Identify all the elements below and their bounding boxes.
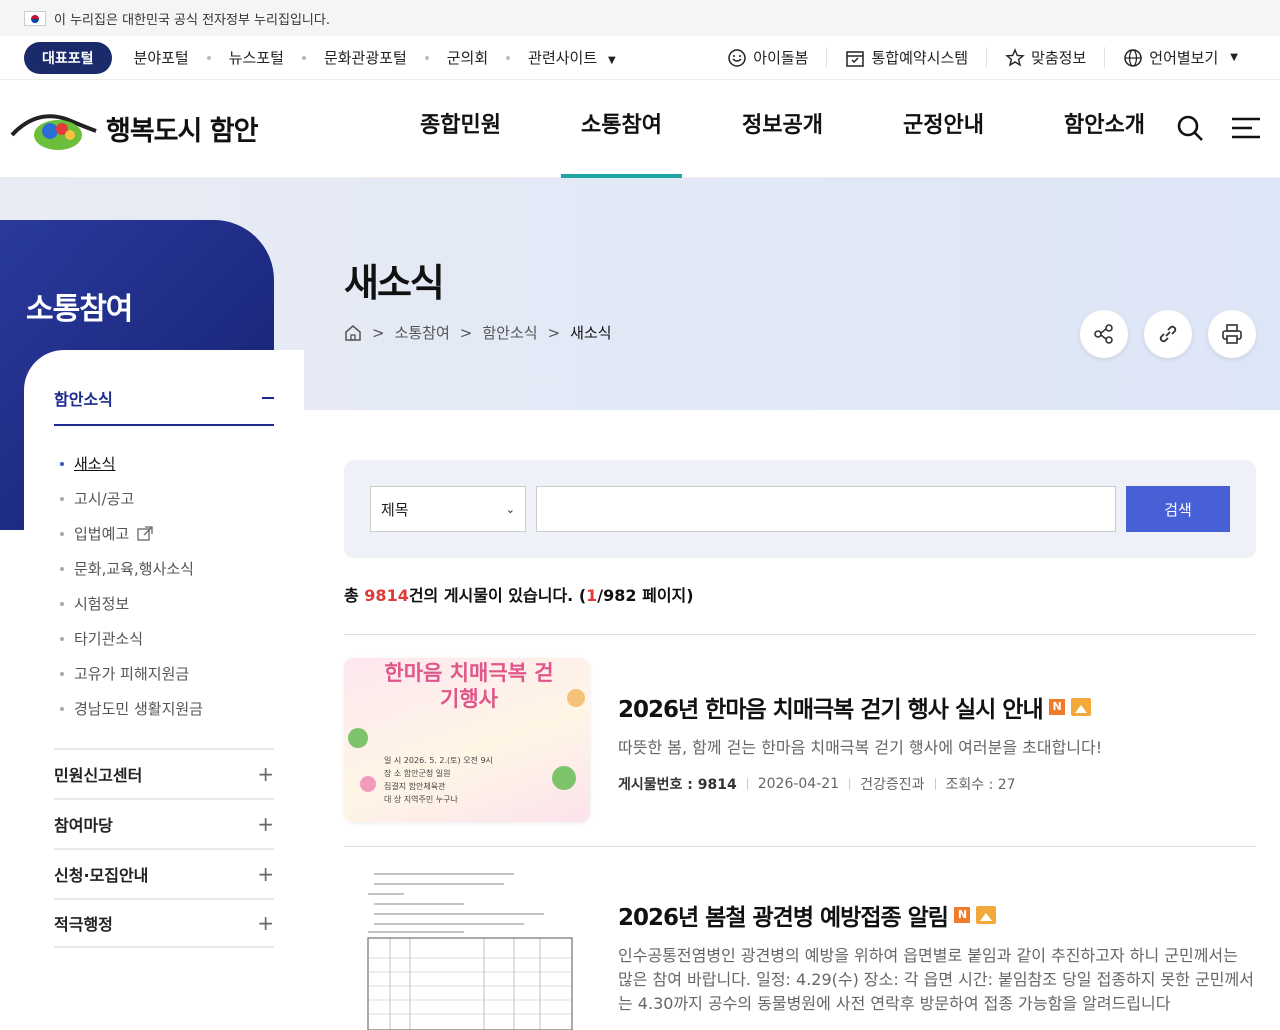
side-cat-participation[interactable]: 참여마당 + <box>54 798 274 848</box>
breadcrumb-item[interactable]: 함안소식 <box>482 322 537 343</box>
main-portal-button[interactable]: 대표포털 <box>24 41 112 74</box>
language-dropdown[interactable]: 언어별보기 ▼ <box>1104 47 1256 68</box>
portal-link[interactable]: 문화관광포털 <box>324 47 407 68</box>
gov-banner: 이 누리집은 대한민국 공식 전자정부 누리집입니다. <box>0 0 1280 36</box>
reservation-link[interactable]: 통합예약시스템 <box>826 47 986 68</box>
new-badge: N <box>953 907 970 923</box>
share-icon <box>1094 324 1113 344</box>
new-badge: N <box>1048 699 1065 715</box>
side-item-living-support[interactable]: 경남도민 생활지원금 <box>54 691 274 726</box>
smile-icon <box>728 48 747 67</box>
side-item-legislation[interactable]: 입법예고 <box>54 516 274 551</box>
copy-link-button[interactable] <box>1144 310 1192 358</box>
utility-bar: 대표포털 분야포털 뉴스포털 문화관광포털 군의회 관련사이트 ▼ 아이돌봄 통… <box>0 36 1280 80</box>
site-header: 행복도시 함안 종합민원 소통참여 정보공개 군정안내 함안소개 <box>0 80 1280 178</box>
utility-right: 아이돌봄 통합예약시스템 맞춤정보 언어별보기 ▼ <box>709 47 1256 68</box>
main-nav: 종합민원 소통참여 정보공개 군정안내 함안소개 <box>380 80 1185 178</box>
side-group-news[interactable]: 함안소식 <box>54 386 274 426</box>
side-item-other-agency[interactable]: 타기관소식 <box>54 621 274 656</box>
chevron-down-icon: ⌄ <box>505 502 515 516</box>
search-panel: 제목 ⌄ 검색 <box>344 460 1256 558</box>
caret-down-icon: ▼ <box>607 55 616 66</box>
side-item-culture[interactable]: 문화,교육,행사소식 <box>54 551 274 586</box>
nav-information[interactable]: 정보공개 <box>702 80 863 178</box>
side-item-exam[interactable]: 시험정보 <box>54 586 274 621</box>
star-icon <box>1005 47 1025 66</box>
side-sub-list: 새소식 고시/공고 입법예고 문화,교육,행사소식 시험정보 타기관소식 고유가… <box>54 446 274 726</box>
post-thumbnail[interactable] <box>344 866 590 1030</box>
caret-down-icon: ▼ <box>1230 52 1238 63</box>
sidebar-title: 소통참여 <box>26 292 133 327</box>
header-icons <box>1176 114 1262 142</box>
search-button[interactable]: 검색 <box>1126 486 1230 532</box>
minus-icon <box>262 397 274 399</box>
side-nav: 함안소식 새소식 고시/공고 입법예고 문화,교육,행사소식 시험정보 타기관소… <box>24 350 304 1024</box>
side-cat-proactive[interactable]: 적극행정 + <box>54 898 274 948</box>
nav-about[interactable]: 함안소개 <box>1024 80 1185 178</box>
related-sites-dropdown[interactable]: 관련사이트 ▼ <box>528 47 616 68</box>
site-logo[interactable]: 행복도시 함안 <box>8 101 308 157</box>
chevron-right-icon: > <box>372 323 385 342</box>
divider <box>344 634 1256 635</box>
image-icon <box>975 906 996 924</box>
chevron-right-icon: > <box>459 323 473 342</box>
print-button[interactable] <box>1208 310 1256 358</box>
share-button[interactable] <box>1080 310 1128 358</box>
portal-link[interactable]: 분야포털 <box>134 47 189 68</box>
plus-icon: + <box>257 762 274 786</box>
gov-banner-text: 이 누리집은 대한민국 공식 전자정부 누리집입니다. <box>54 12 330 28</box>
logo-text: 행복도시 함안 <box>106 116 258 147</box>
list-item[interactable]: 2026년 봄철 광견병 예방접종 알림 N 인수공통전염병인 광견병의 예방을 … <box>344 866 1256 1030</box>
page-tools <box>1080 310 1256 358</box>
side-item-oil-relief[interactable]: 고유가 피해지원금 <box>54 656 274 691</box>
divider <box>344 846 1256 847</box>
plus-icon: + <box>257 812 274 836</box>
document-preview-icon <box>367 873 573 1030</box>
breadcrumb-item[interactable]: 소통참여 <box>395 322 450 343</box>
image-icon <box>1070 698 1091 716</box>
side-item-notice[interactable]: 고시/공고 <box>54 481 274 516</box>
breadcrumb: > 소통참여 > 함안소식 > 새소식 <box>344 322 612 343</box>
plus-icon: + <box>257 911 274 935</box>
portal-links: 분야포털 뉴스포털 문화관광포털 군의회 관련사이트 ▼ <box>134 47 616 68</box>
plus-icon: + <box>257 862 274 886</box>
portal-link[interactable]: 뉴스포털 <box>229 47 284 68</box>
list-item[interactable]: 한마음 치매극복 걷기행사 일 시 2026. 5. 2.(토) 오전 9시 장… <box>344 658 1256 828</box>
side-cat-complaint[interactable]: 민원신고센터 + <box>54 748 274 798</box>
search-icon[interactable] <box>1176 114 1204 142</box>
home-icon[interactable] <box>344 324 362 342</box>
nav-participation[interactable]: 소통참여 <box>541 80 702 178</box>
post-summary: 따뜻한 봄, 함께 걷는 한마음 치매극복 걷기 행사에 여러분을 초대합니다! <box>618 738 1103 757</box>
globe-icon <box>1124 48 1143 67</box>
portal-link[interactable]: 군의회 <box>447 47 488 68</box>
link-icon <box>1159 325 1177 343</box>
childcare-link[interactable]: 아이돌봄 <box>709 47 826 68</box>
search-input[interactable] <box>536 486 1116 532</box>
print-icon <box>1222 324 1242 344</box>
result-count: 총 9814건의 게시물이 있습니다. (1/982 페이지) <box>344 586 694 605</box>
side-cat-recruit[interactable]: 신청·모집안내 + <box>54 848 274 898</box>
external-link-icon <box>137 525 153 541</box>
nav-county[interactable]: 군정안내 <box>863 80 1024 178</box>
menu-icon[interactable] <box>1230 114 1262 142</box>
search-field-select[interactable]: 제목 ⌄ <box>370 486 526 532</box>
post-thumbnail[interactable]: 한마음 치매극복 걷기행사 일 시 2026. 5. 2.(토) 오전 9시 장… <box>344 658 590 822</box>
calendar-icon <box>846 50 865 67</box>
logo-emblem-icon <box>10 113 97 150</box>
nav-civil[interactable]: 종합민원 <box>380 80 541 178</box>
post-meta: 게시물번호 : 9814 2026-04-21 건강증진과 조회수 : 27 <box>618 776 1016 793</box>
korea-flag-icon <box>24 10 46 26</box>
side-item-news[interactable]: 새소식 <box>54 446 274 481</box>
post-title[interactable]: 2026년 한마음 치매극복 걷기 행사 실시 안내 N <box>618 690 1091 724</box>
post-summary: 인수공통전염병인 광견병의 예방을 위하여 읍면별로 붙임과 같이 추진하고자 … <box>618 946 1254 1013</box>
chevron-right-icon: > <box>547 323 561 342</box>
post-title[interactable]: 2026년 봄철 광견병 예방접종 알림 N <box>618 898 996 932</box>
breadcrumb-current: 새소식 <box>570 324 612 342</box>
custom-info-link[interactable]: 맞춤정보 <box>986 47 1104 68</box>
page-title: 새소식 <box>344 261 445 305</box>
